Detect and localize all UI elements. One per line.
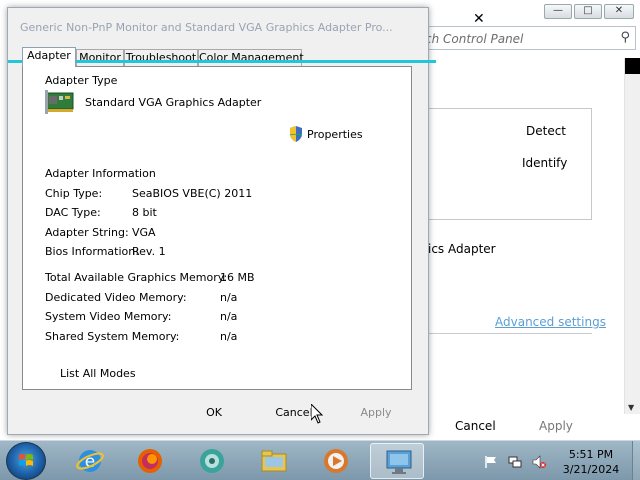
dedicated-memory-value: n/a (220, 291, 238, 304)
taskbar: e 5:51 PM 3/21/2024 (0, 440, 640, 480)
shared-memory-label: Shared System Memory: (45, 330, 180, 343)
folder-icon (261, 450, 287, 472)
adapter-info-heading: Adapter Information (45, 167, 156, 180)
close-button[interactable]: ✕ (604, 4, 634, 19)
divider (428, 333, 592, 334)
adapter-string-label: Adapter String: (45, 226, 129, 239)
properties-label: Properties (307, 128, 363, 141)
start-button[interactable] (6, 442, 46, 480)
minimize-button[interactable]: — (544, 4, 572, 19)
total-memory-label: Total Available Graphics Memory: (45, 271, 228, 284)
mouse-cursor-icon (311, 404, 323, 424)
advanced-settings-link[interactable]: Advanced settings (495, 315, 606, 329)
taskbar-firefox[interactable] (122, 443, 176, 479)
windows-logo-icon (19, 454, 33, 466)
maximize-button[interactable]: □ (574, 4, 602, 19)
scroll-up-arrow[interactable] (625, 58, 640, 74)
bios-info-value: Rev. 1 (132, 245, 166, 258)
show-desktop-button[interactable] (632, 441, 640, 480)
taskbar-file-explorer[interactable] (246, 443, 300, 479)
media-player-icon (324, 449, 348, 473)
volume-muted-icon[interactable] (532, 455, 546, 469)
chip-type-value: SeaBIOS VBE(C) 2011 (132, 187, 253, 200)
search-icon[interactable]: ⚲ (620, 30, 630, 45)
adapter-tab-page: Adapter Type Standard VGA Graphics Adapt… (22, 66, 412, 390)
dedicated-memory-label: Dedicated Video Memory: (45, 291, 187, 304)
graphics-card-icon (45, 90, 74, 114)
adapter-type-heading: Adapter Type (45, 74, 118, 87)
bg-cancel-button[interactable]: Cancel (455, 419, 496, 433)
bios-info-label: Bios Information: (45, 245, 139, 258)
ok-button[interactable]: OK (184, 402, 244, 424)
search-placeholder: ch Control Panel (425, 32, 524, 46)
detect-button[interactable]: Detect (526, 124, 566, 138)
clock-time: 5:51 PM (568, 448, 614, 461)
scrollbar[interactable]: ▼ (624, 58, 640, 414)
dac-type-value: 8 bit (132, 206, 157, 219)
tab-monitor[interactable]: Monitor (76, 49, 124, 66)
action-center-flag-icon[interactable] (484, 455, 498, 469)
dialog-title: Generic Non-PnP Monitor and Standard VGA… (20, 21, 393, 34)
apply-button[interactable]: Apply (346, 402, 406, 424)
list-all-modes-button[interactable]: List All Modes (60, 367, 136, 380)
taskbar-internet-explorer[interactable]: e (62, 443, 116, 479)
identify-button[interactable]: Identify (522, 156, 567, 170)
close-icon[interactable]: ✕ (473, 12, 485, 26)
display-settings-icon (386, 450, 412, 474)
taskbar-media-player[interactable] (308, 443, 362, 479)
tab-color-management[interactable]: Color Management (198, 49, 304, 66)
system-memory-value: n/a (220, 310, 238, 323)
total-memory-value: 16 MB (220, 271, 255, 284)
adapter-string-value: VGA (132, 226, 156, 239)
network-icon[interactable] (508, 455, 522, 469)
dialog-titlebar[interactable]: Generic Non-PnP Monitor and Standard VGA… (8, 8, 428, 50)
adapter-properties-dialog: Generic Non-PnP Monitor and Standard VGA… (7, 7, 436, 435)
clock-date: 3/21/2024 (562, 463, 620, 476)
search-input[interactable]: ch Control Panel ⚲ (396, 26, 636, 50)
taskbar-display-settings[interactable] (370, 443, 424, 479)
chip-type-label: Chip Type: (45, 187, 103, 200)
teal-app-icon (200, 449, 224, 473)
firefox-icon (138, 449, 162, 473)
system-clock[interactable]: 5:51 PM 3/21/2024 (556, 447, 626, 477)
scroll-down-icon[interactable]: ▼ (628, 403, 634, 412)
uac-shield-icon (290, 126, 302, 142)
display-adapter-text: ics Adapter (428, 242, 496, 256)
system-memory-label: System Video Memory: (45, 310, 172, 323)
internet-explorer-icon: e (76, 450, 104, 472)
tab-adapter[interactable]: Adapter (22, 47, 76, 67)
bg-apply-button[interactable]: Apply (539, 419, 573, 433)
taskbar-app-green[interactable] (184, 443, 238, 479)
tab-troubleshoot[interactable]: Troubleshoot (124, 49, 198, 66)
shared-memory-value: n/a (220, 330, 238, 343)
dac-type-label: DAC Type: (45, 206, 101, 219)
adapter-name: Standard VGA Graphics Adapter (85, 96, 262, 109)
